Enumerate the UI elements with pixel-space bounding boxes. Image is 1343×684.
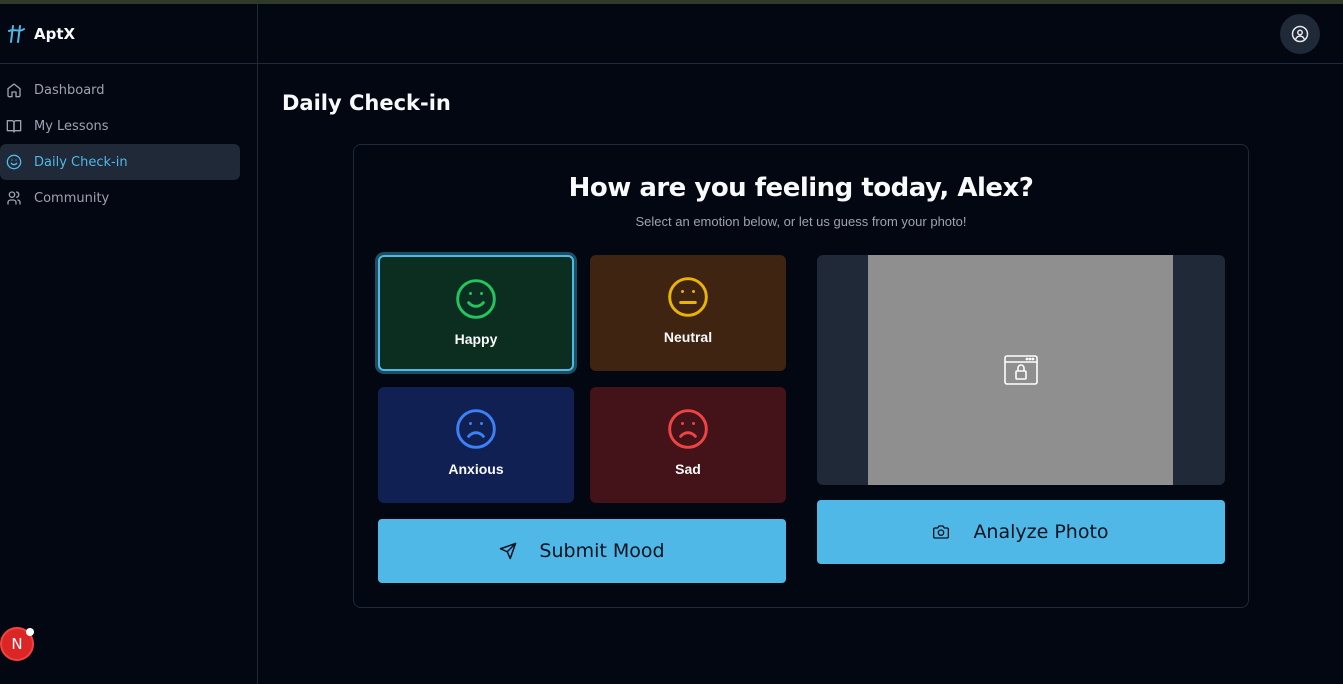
aptx-logo-icon xyxy=(8,24,25,43)
mood-label: Anxious xyxy=(448,461,504,477)
sidebar-item-label: My Lessons xyxy=(34,118,109,134)
brand[interactable]: AptX xyxy=(0,4,257,64)
mood-label: Neutral xyxy=(663,329,713,345)
sidebar-item-label: Daily Check-in xyxy=(34,154,128,170)
submit-mood-label: Submit Mood xyxy=(539,540,665,562)
mood-label: Sad xyxy=(675,461,701,477)
mood-option-happy[interactable]: Happy xyxy=(378,255,574,371)
sidebar-item-community[interactable]: Community xyxy=(0,180,240,216)
frown-face-icon xyxy=(668,409,708,449)
notification-dot xyxy=(26,628,34,636)
photo-preview xyxy=(817,255,1225,485)
neutral-face-icon xyxy=(668,277,708,317)
analyze-photo-label: Analyze Photo xyxy=(973,521,1109,543)
sidebar-nav: Dashboard My Lessons Daily Check-in Comm… xyxy=(0,64,257,216)
book-icon xyxy=(6,118,22,134)
sidebar: AptX Dashboard My Lessons Daily Check-in… xyxy=(0,4,258,684)
camera-icon xyxy=(933,524,950,540)
locked-browser-icon xyxy=(1003,355,1038,385)
sidebar-item-daily-check-in[interactable]: Daily Check-in xyxy=(0,144,240,180)
profile-button[interactable] xyxy=(1280,14,1320,54)
mood-option-sad[interactable]: Sad xyxy=(590,387,786,503)
sidebar-item-my-lessons[interactable]: My Lessons xyxy=(0,108,240,144)
photo-placeholder xyxy=(868,255,1173,485)
check-in-heading: How are you feeling today, Alex? xyxy=(568,173,1034,203)
send-icon xyxy=(499,542,517,560)
mood-option-anxious[interactable]: Anxious xyxy=(378,387,574,503)
users-icon xyxy=(6,190,22,206)
sidebar-item-label: Dashboard xyxy=(34,82,105,98)
sidebar-item-dashboard[interactable]: Dashboard xyxy=(0,72,240,108)
user-circle-icon xyxy=(1291,25,1309,43)
analyze-photo-button[interactable]: Analyze Photo xyxy=(817,500,1225,564)
check-in-subheading: Select an emotion below, or let us guess… xyxy=(635,214,967,229)
mood-label: Happy xyxy=(454,331,498,347)
sidebar-item-label: Community xyxy=(34,190,110,206)
page-title: Daily Check-in xyxy=(282,91,451,115)
mood-option-neutral[interactable]: Neutral xyxy=(590,255,786,371)
frown-face-icon xyxy=(456,409,496,449)
check-in-card: How are you feeling today, Alex? Select … xyxy=(353,144,1249,608)
smile-icon xyxy=(6,154,22,170)
home-icon xyxy=(6,82,22,98)
top-bar xyxy=(258,4,1343,64)
smile-face-icon xyxy=(456,279,496,319)
submit-mood-button[interactable]: Submit Mood xyxy=(378,519,786,583)
app-name: AptX xyxy=(34,24,76,43)
